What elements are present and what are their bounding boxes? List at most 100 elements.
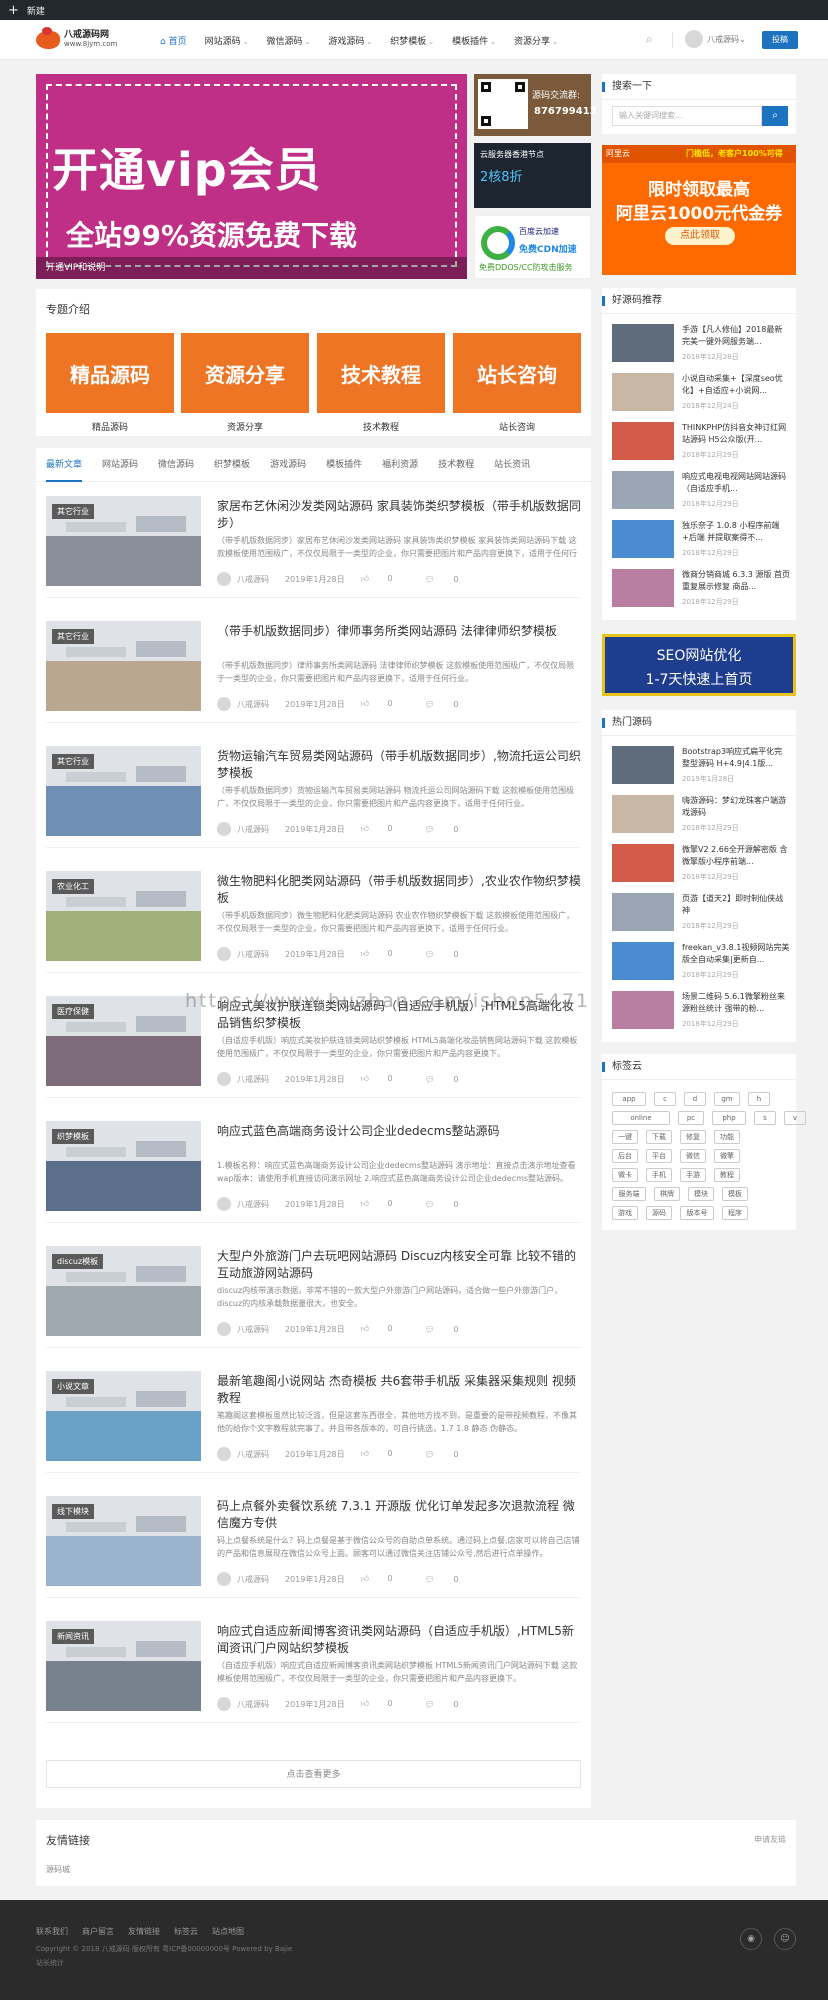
- tag-link[interactable]: pc: [678, 1111, 704, 1125]
- list-item[interactable]: 织梦模板 响应式蓝色高端商务设计公司企业dedecms整站源码 1.模板名称：响应式…: [46, 1109, 581, 1223]
- submit-post-button[interactable]: 投稿: [762, 31, 798, 49]
- comment-count[interactable]: 💬︎ 0: [425, 1200, 475, 1209]
- tag-link[interactable]: h: [748, 1092, 770, 1106]
- item-title[interactable]: 响应式电视电视网站网站源码（自适应手机...: [682, 471, 790, 495]
- tag-link[interactable]: app: [612, 1092, 646, 1106]
- list-item[interactable]: 其它行业 家居布艺休闲沙发类网站源码 家具装饰类织梦模板（带手机版数据同步） （带手…: [46, 484, 581, 598]
- tab-game-source[interactable]: 游戏源码: [270, 448, 306, 482]
- post-thumbnail[interactable]: 农业化工: [46, 871, 201, 961]
- qq-group-ad[interactable]: 源码交流群: 876799413: [474, 74, 597, 136]
- list-item[interactable]: 小说文章 最新笔趣阁小说网站 杰奇模板 共6套带手机版 采集器采集规则 视频教程笔…: [46, 1359, 581, 1473]
- stats-link[interactable]: 站长统计: [36, 1958, 64, 1968]
- list-item[interactable]: 线下模块 码上点餐外卖餐饮系统 7.3.1 开源版 优化订单发起多次退款流程 微信…: [46, 1484, 581, 1598]
- tag-link[interactable]: d: [684, 1092, 706, 1106]
- cdn-ad[interactable]: 百度云加速 免费CDN加速 免费DDOS/CC防攻击服务: [474, 215, 591, 279]
- item-title[interactable]: 微商分销商城 6.3.3 源版 首页重复展示修复 商品...: [682, 569, 790, 593]
- tag-link[interactable]: 棋牌: [654, 1187, 680, 1201]
- item-thumbnail[interactable]: [612, 569, 674, 607]
- tag-link[interactable]: 版本号: [680, 1206, 714, 1220]
- post-author[interactable]: 八戒源码: [237, 574, 269, 585]
- list-item[interactable]: 嗨游源码：梦幻龙珠客户端游戏源码 2018年12月29日: [612, 793, 790, 839]
- tag-link[interactable]: online: [612, 1111, 670, 1125]
- item-title[interactable]: 微擎V2 2.66全开源解密版 含微擎版小程序前端...: [682, 844, 790, 868]
- topic-card[interactable]: 站长咨询 站长咨询: [453, 333, 581, 433]
- post-author[interactable]: 八戒源码: [237, 1449, 269, 1460]
- like-count[interactable]: 👍︎ 0: [361, 574, 409, 584]
- post-title[interactable]: 码上点餐外卖餐饮系统 7.3.1 开源版 优化订单发起多次退款流程 微信魔方专供: [217, 1498, 581, 1532]
- tag-link[interactable]: c: [654, 1092, 676, 1106]
- item-thumbnail[interactable]: [612, 324, 674, 362]
- list-item[interactable]: 农业化工 微生物肥料化肥类网站源码（带手机版数据同步）,农业农作物织梦模板 （带手机…: [46, 859, 581, 973]
- item-thumbnail[interactable]: [612, 520, 674, 558]
- like-count[interactable]: 👍︎ 0: [361, 949, 409, 959]
- post-title[interactable]: 微生物肥料化肥类网站源码（带手机版数据同步）,农业农作物织梦模板: [217, 873, 581, 907]
- qq-icon[interactable]: ☺: [774, 1928, 796, 1950]
- post-author[interactable]: 八戒源码: [237, 699, 269, 710]
- post-thumbnail[interactable]: 其它行业: [46, 746, 201, 836]
- friend-link[interactable]: 源码城: [46, 1864, 70, 1875]
- post-title[interactable]: 响应式自适应新闻博客资讯类网站源码（自适应手机版）,HTML5新闻资讯门户网站织…: [217, 1623, 581, 1657]
- tag-link[interactable]: 模板: [722, 1187, 748, 1201]
- like-count[interactable]: 👍︎ 0: [361, 1699, 409, 1709]
- cloud-server-ad[interactable]: 云服务器香港节点 2核8折: [474, 143, 591, 208]
- tab-dede-templates[interactable]: 织梦模板: [214, 448, 250, 482]
- topic-card[interactable]: 资源分享 资源分享: [181, 333, 309, 433]
- post-thumbnail[interactable]: 织梦模板: [46, 1121, 201, 1211]
- item-title[interactable]: THINKPHP仿抖音女神订红网站源码 H5公众版(开...: [682, 422, 790, 446]
- menu-item-home[interactable]: ⌂ 首页: [160, 34, 187, 47]
- menu-item-resources[interactable]: 资源分享 ⌄: [514, 34, 558, 47]
- like-count[interactable]: 👍︎ 0: [361, 1449, 409, 1459]
- comment-count[interactable]: 💬︎ 0: [425, 1575, 475, 1584]
- tab-wechat-source[interactable]: 微信源码: [158, 448, 194, 482]
- comment-count[interactable]: 💬︎ 0: [425, 825, 475, 834]
- footer-link[interactable]: 站点地图: [212, 1926, 244, 1937]
- list-item[interactable]: 手游【凡人修仙】2018最新完美一键外网服务端... 2018年12月28日: [612, 322, 790, 368]
- menu-item-site-source[interactable]: 网站源码 ⌄: [205, 34, 249, 47]
- item-title[interactable]: freekan_v3.8.1视频网站完美版全自动采集|更新自...: [682, 942, 790, 966]
- comment-count[interactable]: 💬︎ 0: [425, 1075, 475, 1084]
- tag-link[interactable]: 手机: [646, 1168, 672, 1182]
- tag-link[interactable]: 功能: [714, 1130, 740, 1144]
- item-title[interactable]: 独乐奈子 1.0.8 小程序前端+后端 并提取案得不...: [682, 520, 790, 544]
- site-logo[interactable]: 八戒源码网 www.8jym.com: [36, 26, 128, 54]
- tag-link[interactable]: 修复: [680, 1130, 706, 1144]
- apply-link[interactable]: 申请友链: [754, 1834, 786, 1845]
- tag-link[interactable]: gm: [714, 1092, 740, 1106]
- tag-link[interactable]: php: [712, 1111, 746, 1125]
- search-icon[interactable]: ⌕: [646, 32, 653, 47]
- list-item[interactable]: 微擎V2 2.66全开源解密版 含微擎版小程序前端... 2018年12月29日: [612, 842, 790, 888]
- item-title[interactable]: 场景二维码 5.6.1微擎粉丝来源粉丝统计 强带的粉...: [682, 991, 790, 1015]
- tag-link[interactable]: 程序: [722, 1206, 748, 1220]
- post-author[interactable]: 八戒源码: [237, 824, 269, 835]
- post-thumbnail[interactable]: 其它行业: [46, 496, 201, 586]
- topic-card[interactable]: 技术教程 技术教程: [317, 333, 445, 433]
- post-title[interactable]: （带手机版数据同步）律师事务所类网站源码 法律律师织梦模板: [217, 623, 581, 640]
- comment-count[interactable]: 💬︎ 0: [425, 700, 475, 709]
- vip-banner[interactable]: 开通vip会员 全站99%资源免费下载 开通VIP和说明: [36, 74, 467, 279]
- list-item[interactable]: 页游【道天2】即时制仙侠战神 2018年12月29日: [612, 891, 790, 937]
- tag-link[interactable]: 后台: [612, 1149, 638, 1163]
- post-author[interactable]: 八戒源码: [237, 949, 269, 960]
- tag-link[interactable]: 服务端: [612, 1187, 646, 1201]
- post-title[interactable]: 大型户外旅游门户去玩吧网站源码 Discuz内核安全可靠 比较不错的互动旅游网站…: [217, 1248, 581, 1282]
- list-item[interactable]: 其它行业 货物运输汽车贸易类网站源码（带手机版数据同步）,物流托运公司织梦模板 （带…: [46, 734, 581, 848]
- list-item[interactable]: discuz模板 大型户外旅游门户去玩吧网站源码 Discuz内核安全可靠 比较不…: [46, 1234, 581, 1348]
- list-item[interactable]: Bootstrap3响应式扁平化完整型源码 H+4.9|4.1版... 2019年…: [612, 744, 790, 790]
- item-thumbnail[interactable]: [612, 746, 674, 784]
- post-thumbnail[interactable]: discuz模板: [46, 1246, 201, 1336]
- list-item[interactable]: 独乐奈子 1.0.8 小程序前端+后端 并提取案得不... 2018年12月29日: [612, 518, 790, 564]
- list-item[interactable]: freekan_v3.8.1视频网站完美版全自动采集|更新自... 2018年12…: [612, 940, 790, 986]
- list-item[interactable]: 小说自动采集+【深度seo优化】+自适应+小说网... 2018年12月24日: [612, 371, 790, 417]
- comment-count[interactable]: 💬︎ 0: [425, 575, 475, 584]
- list-item[interactable]: THINKPHP仿抖音女神订红网站源码 H5公众版(开... 2018年12月29…: [612, 420, 790, 466]
- post-author[interactable]: 八戒源码: [237, 1324, 269, 1335]
- like-count[interactable]: 👍︎ 0: [361, 1574, 409, 1584]
- post-thumbnail[interactable]: 新闻资讯: [46, 1621, 201, 1711]
- tag-link[interactable]: v: [784, 1111, 806, 1125]
- like-count[interactable]: 👍︎ 0: [361, 1199, 409, 1209]
- item-thumbnail[interactable]: [612, 471, 674, 509]
- post-author[interactable]: 八戒源码: [237, 1574, 269, 1585]
- search-button[interactable]: ⌕: [762, 106, 788, 126]
- post-author[interactable]: 八戒源码: [237, 1074, 269, 1085]
- tag-link[interactable]: 一键: [612, 1130, 638, 1144]
